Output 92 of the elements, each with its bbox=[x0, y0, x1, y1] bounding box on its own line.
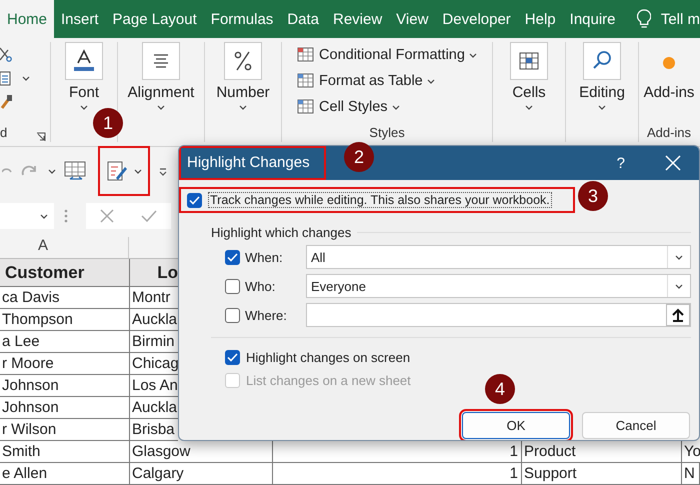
checkbox[interactable] bbox=[225, 350, 240, 365]
checkbox-label[interactable]: Track changes while editing. This also shares your workbook. bbox=[208, 192, 552, 208]
track-changes-button[interactable] bbox=[98, 146, 150, 196]
collapse-icon[interactable] bbox=[666, 304, 690, 326]
cell-styles-icon bbox=[297, 99, 316, 115]
dialog-launcher-icon[interactable] bbox=[36, 132, 46, 142]
group-label: Styles bbox=[369, 125, 405, 142]
caret-icon bbox=[426, 78, 435, 84]
dropdown-field[interactable]: Everyone bbox=[306, 274, 691, 298]
alignment-button[interactable]: Alignment bbox=[126, 42, 196, 110]
ribbon-tab[interactable]: Developer bbox=[435, 0, 518, 38]
cancel-button[interactable]: Cancel bbox=[582, 412, 690, 439]
caret-icon bbox=[48, 168, 56, 174]
caret-icon bbox=[525, 105, 533, 110]
group-label: Add-ins bbox=[646, 125, 692, 142]
brush-icon bbox=[0, 94, 12, 110]
range-field[interactable] bbox=[306, 303, 691, 327]
table-cell: N bbox=[682, 463, 700, 485]
table-cell: Thompson bbox=[0, 309, 130, 331]
caret-icon bbox=[238, 105, 247, 110]
table-cell: e Allen bbox=[0, 463, 130, 485]
column-header[interactable]: A bbox=[0, 237, 129, 258]
checkbox-label[interactable]: Where: bbox=[245, 308, 301, 322]
font-button[interactable]: Font bbox=[63, 42, 105, 110]
caret-icon bbox=[40, 214, 48, 218]
ribbon-tab[interactable]: Page Layout bbox=[106, 0, 204, 38]
table-cell: r Wilson bbox=[0, 419, 130, 441]
table-cell: Smith bbox=[0, 441, 130, 463]
checkbox-label[interactable]: When: bbox=[245, 250, 301, 264]
ribbon-tab[interactable]: Review bbox=[326, 0, 390, 38]
table-cell: Johnson bbox=[0, 375, 130, 397]
tell-me-text[interactable]: Tell m bbox=[660, 10, 700, 28]
close-icon[interactable] bbox=[665, 155, 681, 171]
caret-icon bbox=[392, 104, 400, 110]
checkbox[interactable] bbox=[187, 192, 202, 208]
conditional-formatting-icon bbox=[297, 47, 316, 63]
table-cell: 1 bbox=[273, 463, 522, 485]
table-format-icon bbox=[297, 73, 316, 89]
dropdown-field[interactable]: All bbox=[306, 245, 691, 269]
align-icon bbox=[142, 42, 180, 80]
caret-icon bbox=[22, 76, 30, 80]
table-cell: Support bbox=[522, 463, 682, 485]
group-label: d bbox=[0, 125, 8, 142]
scissors-icon bbox=[0, 46, 12, 62]
ribbon-tab[interactable]: View bbox=[389, 0, 436, 38]
ribbon-tab[interactable]: Help bbox=[518, 0, 563, 38]
table-cell: r Moore bbox=[0, 353, 130, 375]
styles-menu-button[interactable]: Conditional Formatting bbox=[289, 42, 485, 68]
ok-button[interactable]: OK bbox=[462, 412, 570, 439]
caret-icon bbox=[80, 105, 88, 110]
customize-icon[interactable] bbox=[158, 166, 168, 176]
caret-icon bbox=[156, 105, 165, 110]
styles-menu-button[interactable]: Format as Table bbox=[289, 68, 485, 94]
ribbon-tab[interactable]: Data bbox=[280, 0, 326, 38]
help-button[interactable]: ? bbox=[616, 154, 625, 172]
lightbulb-icon[interactable] bbox=[636, 8, 651, 30]
styles-menu-button[interactable]: Cell Styles bbox=[289, 94, 485, 120]
table-cell: Johnson bbox=[0, 397, 130, 419]
checkbox[interactable] bbox=[225, 278, 240, 294]
number-button[interactable]: Number bbox=[214, 42, 272, 110]
ribbon-tab[interactable]: Inquire bbox=[562, 0, 623, 38]
add-ins-icon bbox=[662, 56, 676, 70]
ribbon-tab[interactable]: Home bbox=[0, 0, 54, 38]
step-badge: 1 bbox=[93, 108, 123, 138]
checkbox-label[interactable]: Who: bbox=[245, 278, 301, 294]
section-title: Highlight which changes bbox=[211, 225, 352, 240]
table-cell: ca Davis bbox=[0, 287, 130, 309]
table-cell: Calgary bbox=[130, 463, 273, 485]
ribbon-tab[interactable]: Formulas bbox=[204, 0, 280, 38]
editing-button[interactable]: Editing bbox=[577, 42, 627, 110]
drag-handle-icon bbox=[64, 208, 68, 224]
table-cell: a Lee bbox=[0, 331, 130, 353]
checkbox-label[interactable]: Highlight changes on screen bbox=[246, 350, 410, 365]
table-icon[interactable] bbox=[64, 160, 88, 182]
caret-icon bbox=[675, 254, 683, 260]
font-color-icon bbox=[65, 42, 103, 80]
caret-icon bbox=[598, 105, 606, 110]
check-icon[interactable] bbox=[141, 210, 158, 222]
percent-icon bbox=[224, 42, 262, 80]
cells-button[interactable]: Cells bbox=[508, 42, 550, 110]
track-changes-icon bbox=[106, 160, 128, 182]
addins-button[interactable]: Add-ins bbox=[642, 42, 696, 101]
ribbon-tab[interactable]: Insert bbox=[54, 0, 106, 38]
search-icon bbox=[583, 42, 621, 80]
caret-icon bbox=[134, 168, 142, 174]
header-cell: Customer bbox=[0, 259, 130, 287]
caret-icon bbox=[468, 52, 477, 58]
checkbox[interactable] bbox=[225, 250, 240, 264]
dialog-title: Highlight Changes bbox=[179, 146, 326, 180]
checkbox[interactable] bbox=[225, 308, 240, 322]
caret-icon bbox=[675, 284, 683, 288]
cells-icon bbox=[510, 42, 548, 80]
